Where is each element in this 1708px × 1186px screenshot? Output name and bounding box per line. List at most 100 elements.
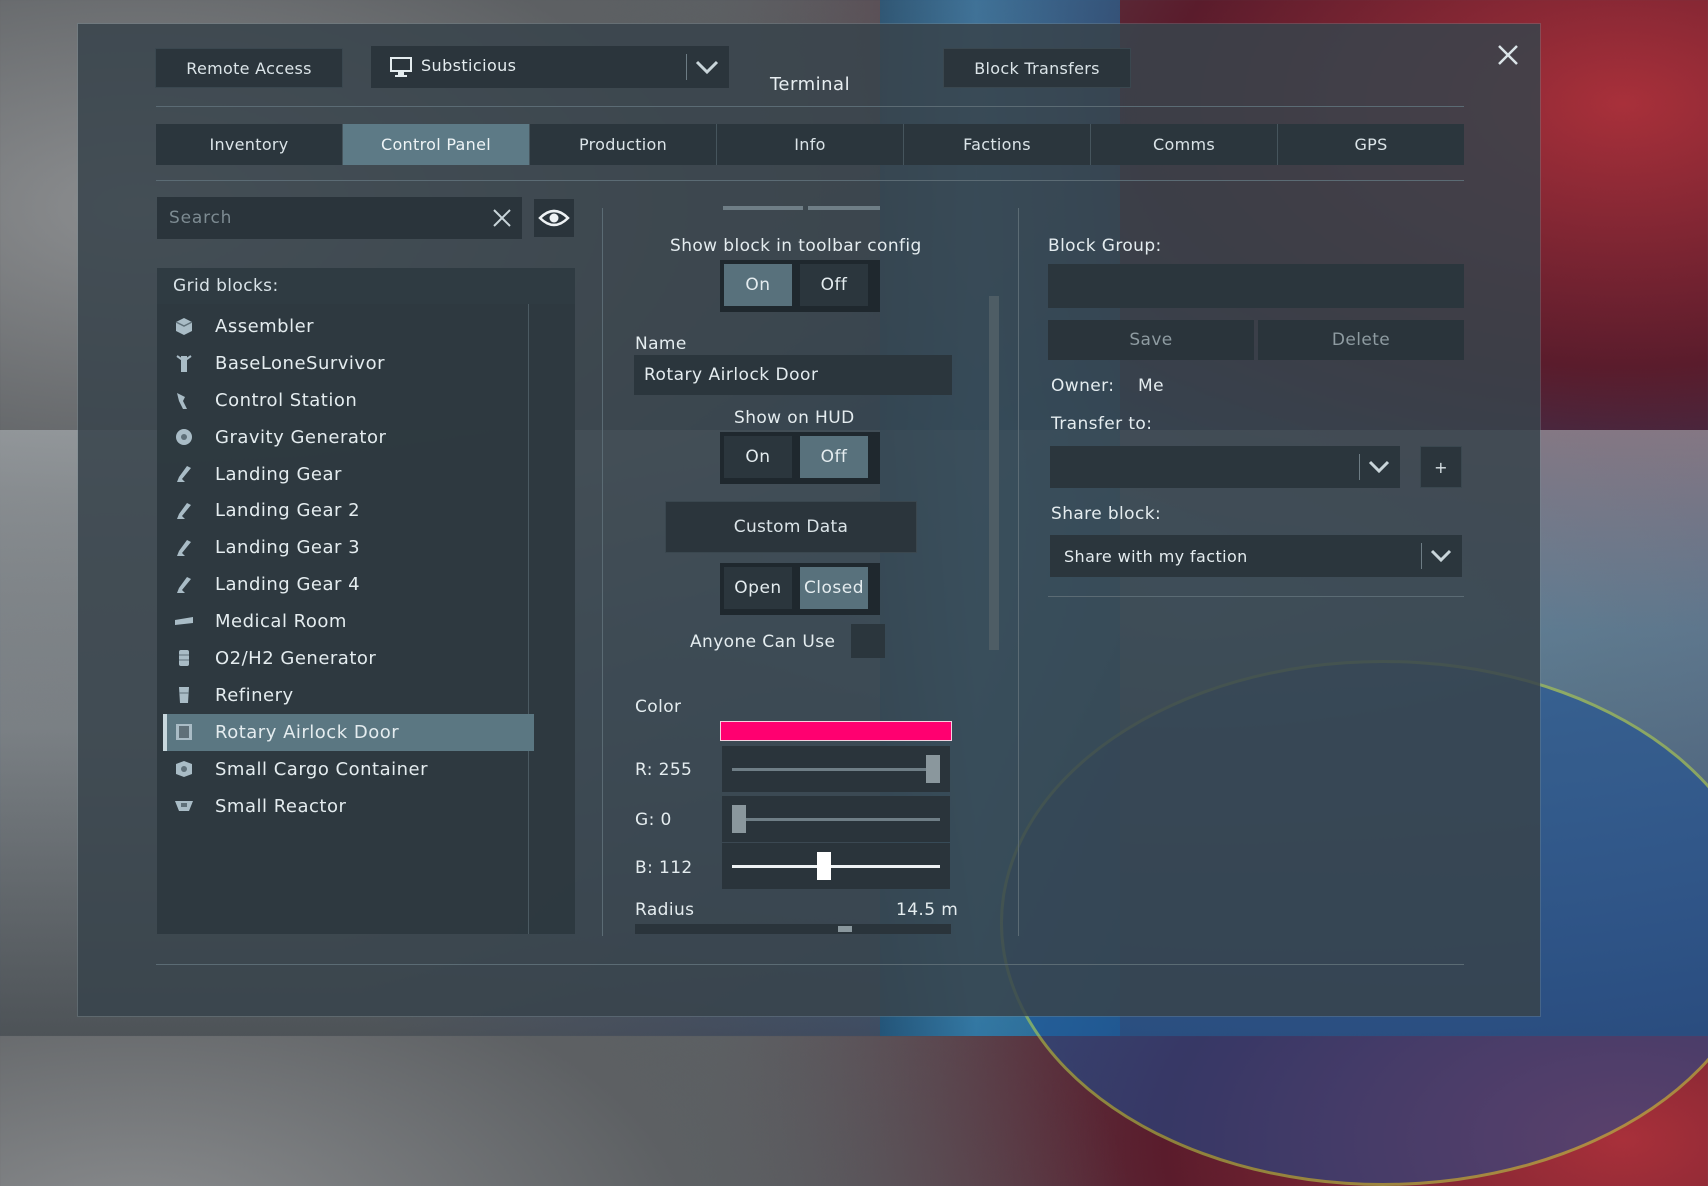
list-item[interactable]: Landing Gear 2 — [163, 492, 534, 529]
radius-value: 14.5 m — [896, 900, 959, 920]
list-item[interactable]: O2/H2 Generator — [163, 640, 534, 677]
list-item[interactable]: Medical Room — [163, 603, 534, 640]
b-slider-thumb[interactable] — [817, 852, 832, 880]
toolbar-off-button[interactable]: Off — [800, 264, 868, 306]
owner-value: Me — [1138, 376, 1164, 396]
grid-name: Substicious — [421, 56, 517, 75]
owner-label: Owner: — [1051, 376, 1115, 396]
g-slider-thumb[interactable] — [732, 805, 746, 833]
list-item-label: O2/H2 Generator — [215, 647, 377, 669]
block-group-label: Block Group: — [1048, 236, 1162, 256]
block-group-input[interactable] — [1048, 264, 1464, 308]
config-scrollbar[interactable] — [989, 296, 999, 650]
color-swatch — [720, 721, 952, 741]
list-item-label: Rotary Airlock Door — [215, 721, 400, 743]
medical-room-icon — [175, 616, 193, 625]
transfer-dropdown[interactable] — [1050, 446, 1400, 488]
door-state-toggle: Open Closed — [720, 563, 880, 615]
list-item-label: Gravity Generator — [215, 426, 387, 448]
hud-off-button[interactable]: Off — [800, 436, 868, 478]
list-item[interactable]: Assembler — [163, 308, 534, 345]
list-item[interactable]: Landing Gear 3 — [163, 529, 534, 566]
tab-gps[interactable]: GPS — [1278, 124, 1464, 165]
list-item-label: Control Station — [215, 389, 358, 411]
generator-icon — [179, 650, 189, 667]
right-rule — [1048, 596, 1464, 597]
grid-blocks-panel: Grid blocks: Assembler BaseLoneSurvivor … — [157, 268, 575, 934]
b-label: B: 112 — [635, 858, 693, 878]
hud-label: Show on HUD — [734, 408, 855, 428]
custom-data-button[interactable]: Custom Data — [665, 501, 917, 553]
remote-access-button[interactable]: Remote Access — [155, 48, 343, 88]
share-label: Share block: — [1051, 504, 1162, 524]
delete-button[interactable]: Delete — [1258, 320, 1464, 360]
grid-selector[interactable]: Substicious — [371, 46, 729, 88]
top-slider-remnant — [808, 206, 880, 210]
grid-blocks-heading: Grid blocks: — [157, 268, 575, 304]
tab-factions[interactable]: Factions — [904, 124, 1091, 165]
search-placeholder: Search — [169, 208, 233, 228]
cargo-icon — [176, 761, 192, 778]
tab-inventory[interactable]: Inventory — [156, 124, 343, 165]
color-label: Color — [635, 697, 682, 717]
chevron-down-icon[interactable] — [1430, 548, 1452, 564]
name-label: Name — [635, 334, 687, 354]
list-item-label: Landing Gear — [215, 463, 342, 485]
list-item[interactable]: Gravity Generator — [163, 419, 534, 456]
list-item[interactable]: Landing Gear — [163, 456, 534, 493]
anyone-can-use-checkbox[interactable] — [851, 624, 885, 658]
list-item[interactable]: BaseLoneSurvivor — [163, 345, 534, 382]
add-transfer-button[interactable]: + — [1420, 446, 1462, 488]
chevron-down-icon[interactable] — [695, 59, 719, 75]
clear-icon[interactable] — [492, 208, 512, 228]
list-item[interactable]: Refinery — [163, 677, 534, 714]
header-rule — [156, 106, 1464, 107]
list-item[interactable]: Small Cargo Container — [163, 751, 534, 788]
search-input[interactable]: Search — [157, 197, 522, 239]
tab-comms[interactable]: Comms — [1091, 124, 1278, 165]
footer-rule — [156, 964, 1464, 965]
block-transfers-button[interactable]: Block Transfers — [943, 48, 1131, 88]
b-slider[interactable] — [722, 843, 950, 889]
radius-slider-thumb[interactable] — [838, 926, 852, 932]
r-slider[interactable] — [722, 746, 950, 792]
save-button[interactable]: Save — [1048, 320, 1254, 360]
r-slider-thumb[interactable] — [926, 755, 940, 783]
chevron-down-icon[interactable] — [1368, 459, 1390, 475]
open-button[interactable]: Open — [724, 567, 792, 609]
list-item-label: Medical Room — [215, 611, 347, 633]
visibility-toggle[interactable] — [534, 199, 574, 237]
eye-icon — [538, 209, 570, 227]
radius-slider[interactable] — [635, 924, 951, 934]
list-item[interactable]: Small Reactor — [163, 788, 534, 825]
list-item-selected[interactable]: Rotary Airlock Door — [163, 713, 534, 751]
share-dropdown[interactable]: Share with my faction — [1050, 535, 1462, 577]
divider — [1359, 454, 1360, 480]
divider — [686, 54, 687, 80]
grid-blocks-list: Assembler BaseLoneSurvivor Control Stati… — [163, 308, 534, 824]
r-label: R: 255 — [635, 760, 693, 780]
tab-control-panel[interactable]: Control Panel — [343, 124, 530, 165]
g-slider[interactable] — [722, 796, 950, 842]
tab-production[interactable]: Production — [530, 124, 717, 165]
list-item[interactable]: Control Station — [163, 382, 534, 419]
g-slider-track — [732, 818, 940, 821]
hud-on-button[interactable]: On — [724, 436, 792, 478]
hud-toggle: On Off — [720, 432, 880, 484]
toolbar-on-button[interactable]: On — [724, 264, 792, 306]
b-slider-track — [732, 865, 940, 868]
g-label: G: 0 — [635, 810, 672, 830]
tab-info[interactable]: Info — [717, 124, 904, 165]
landing-gear-icon — [177, 502, 191, 519]
list-item[interactable]: Landing Gear 4 — [163, 566, 534, 603]
name-input[interactable]: Rotary Airlock Door — [634, 355, 952, 395]
list-item-label: Assembler — [215, 315, 315, 337]
landing-gear-icon — [177, 576, 191, 593]
door-icon — [176, 724, 192, 741]
radius-label: Radius — [635, 900, 695, 920]
assembler-icon — [175, 318, 193, 336]
closed-button[interactable]: Closed — [800, 567, 868, 609]
page-title: Terminal — [770, 74, 851, 95]
gravity-generator-icon — [176, 429, 192, 446]
close-icon[interactable] — [1493, 40, 1523, 70]
